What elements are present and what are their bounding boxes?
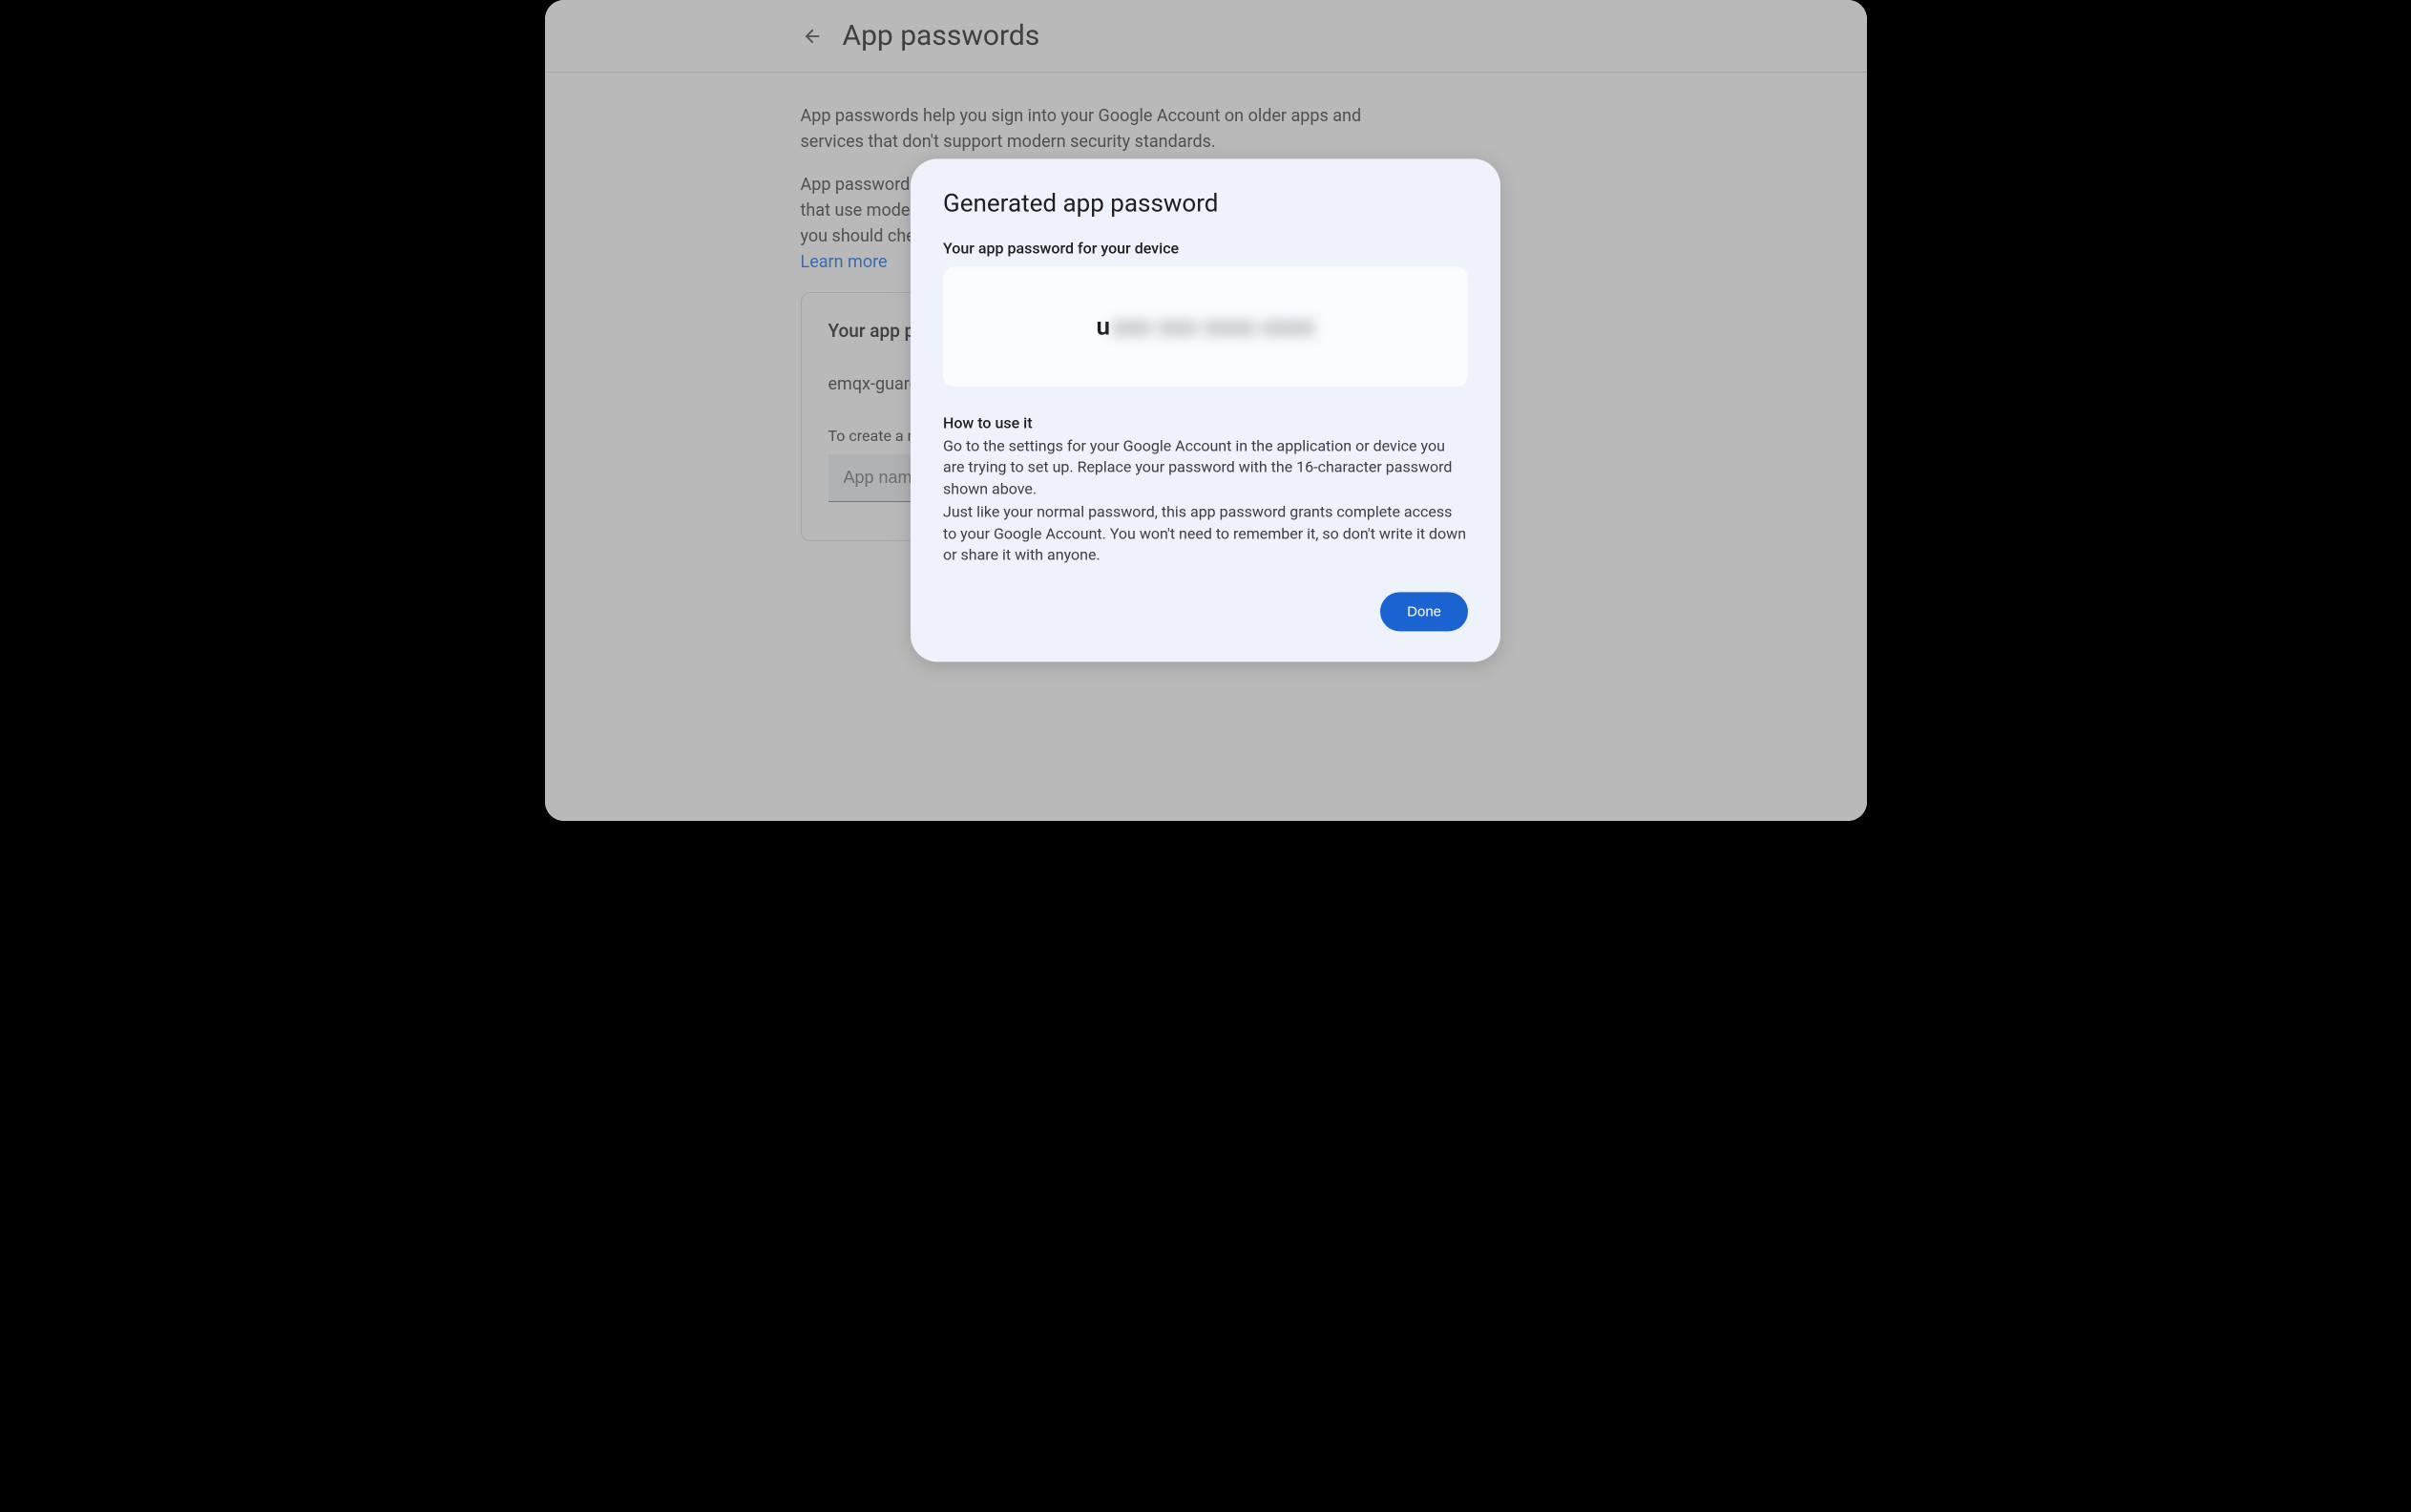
dialog-title: Generated app password: [943, 189, 1468, 218]
done-button[interactable]: Done: [1380, 593, 1468, 632]
password-display-box: uxxx xxx xxxx xxxx: [943, 266, 1468, 387]
generated-password-value: uxxx xxx xxxx xxxx: [1096, 312, 1314, 341]
howto-paragraph-1: Go to the settings for your Google Accou…: [943, 435, 1468, 499]
generated-password-dialog: Generated app password Your app password…: [911, 158, 1500, 662]
dialog-subtitle: Your app password for your device: [943, 239, 1468, 257]
howto-heading: How to use it: [943, 413, 1468, 431]
howto-paragraph-2: Just like your normal password, this app…: [943, 502, 1468, 566]
dialog-actions: Done: [943, 593, 1468, 632]
